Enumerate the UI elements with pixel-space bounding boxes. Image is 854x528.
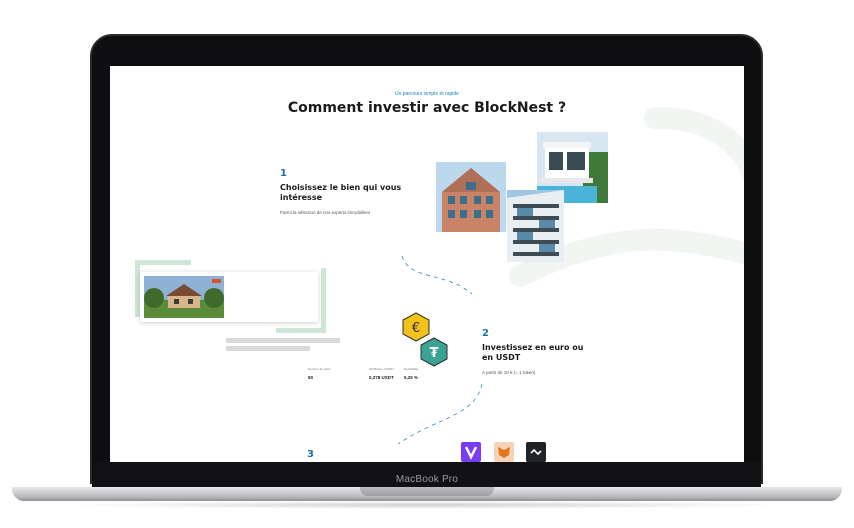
tether-coin-icon: ₮ [420, 337, 448, 367]
laptop-base-notch [360, 487, 494, 496]
step-3-number: 3 [307, 449, 314, 460]
device-brand-label: MacBook Pro [395, 474, 459, 485]
laptop-screen: Un parcours simple et rapide Comment inv… [110, 66, 744, 462]
meta-label-parts: Nombre de parts [308, 367, 331, 371]
meta-value-yield: 5,25 % [404, 375, 419, 380]
laptop-shadow [60, 501, 794, 509]
meta-value-token: 0,378 USDT [369, 375, 394, 380]
meta-label-token: Tarif/token (USDT) [369, 367, 394, 371]
step-2-description: A partir de 10 € (= 1 token) [482, 370, 536, 375]
step-2-title: Investissez en euro ou en USDT [482, 343, 584, 362]
vechain-wallet-icon [461, 442, 481, 462]
metamask-wallet-icon [494, 442, 514, 462]
svg-text:€: € [412, 321, 420, 336]
card-title-bar [226, 338, 340, 343]
meta-label-yield: Rentabilité [404, 367, 419, 371]
dashed-connector [397, 255, 483, 445]
step-2-number: 2 [482, 328, 489, 339]
svg-text:₮: ₮ [429, 346, 438, 361]
wallet-connect-icon [526, 442, 546, 462]
card-subtitle-bar [226, 346, 310, 351]
meta-value-parts: 50 [308, 375, 314, 380]
property-photo [144, 276, 224, 318]
property-card[interactable] [140, 272, 318, 322]
stage: Un parcours simple et rapide Comment inv… [0, 0, 854, 528]
